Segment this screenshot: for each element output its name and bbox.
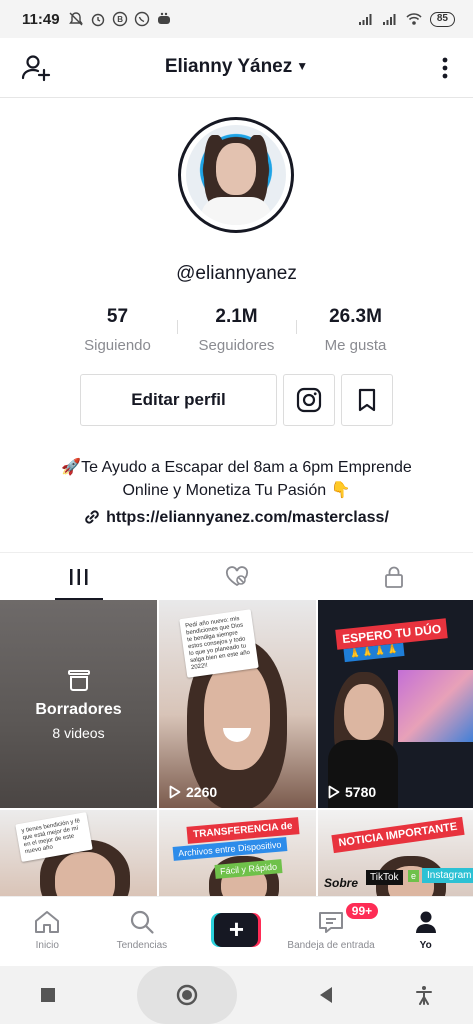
favorites-button[interactable] — [341, 374, 393, 426]
home-circle-icon — [176, 984, 198, 1006]
bookmark-icon — [358, 388, 376, 412]
video-caption-note: Pedí año nuevo: mis bendiciones que Dios… — [179, 609, 259, 678]
profile-header: Elianny Yánez ▼ — [0, 38, 473, 98]
svg-text:B: B — [117, 15, 123, 24]
nav-inbox[interactable]: 99+ Bandeja de entrada — [284, 897, 379, 966]
plus-icon: + — [214, 913, 259, 947]
home-icon — [35, 911, 60, 933]
link-icon — [85, 510, 99, 524]
edit-profile-button[interactable]: Editar perfil — [80, 374, 277, 426]
instagram-button[interactable] — [283, 374, 335, 426]
back-icon[interactable] — [318, 986, 334, 1004]
play-count: 2260 — [169, 784, 217, 800]
signal-icon — [358, 14, 372, 25]
play-count-value: 2260 — [186, 784, 218, 800]
accessibility-icon[interactable] — [415, 985, 433, 1005]
stat-likes-label: Me gusta — [324, 337, 387, 354]
nav-discover[interactable]: Tendencias — [95, 897, 190, 966]
bio-line: Online y Monetiza Tu Pasión 👇 — [122, 482, 351, 499]
home-button[interactable] — [137, 966, 238, 1024]
profile-icon — [415, 911, 436, 933]
stat-followers-label: Seguidores — [198, 337, 275, 354]
video-title-tag: NOTICIA IMPORTANTE — [331, 816, 465, 854]
stat-following-label: Siguiendo — [84, 337, 151, 354]
video-thumbnail[interactable]: ESPERO TU DÚO 🙏🙏🙏🙏 5780 — [318, 600, 473, 808]
play-icon — [169, 785, 181, 799]
username: @eliannyanez — [176, 263, 297, 284]
video-thumbnail[interactable]: Pedí año nuevo: mis bendiciones que Dios… — [159, 600, 316, 808]
bottom-navigation: Inicio Tendencias + 99+ Bandeja de entra… — [0, 896, 473, 966]
stat-following-value: 57 — [106, 306, 129, 327]
bio: 🚀Te Ayudo a Escapar del 8am a 6pm Empren… — [0, 456, 473, 502]
wifi-icon — [406, 13, 422, 25]
stat-followers-value: 2.1M — [215, 306, 258, 327]
inbox-badge: 99+ — [345, 903, 379, 919]
tab-videos[interactable] — [0, 553, 158, 600]
lock-icon — [385, 566, 404, 588]
video-title-tag: Sobre — [324, 876, 359, 890]
video-grid: Borradores 8 videos Pedí año nuevo: mis … — [0, 600, 473, 898]
bio-link-text: https://eliannyanez.com/masterclass/ — [106, 509, 389, 526]
stat-likes-value: 26.3M — [329, 306, 382, 327]
video-title-tag: TikTok — [366, 870, 403, 885]
avatar[interactable] — [178, 117, 294, 233]
hidden-heart-icon — [225, 565, 248, 586]
nav-inbox-label: Bandeja de entrada — [287, 940, 375, 951]
b-app-icon: B — [112, 11, 127, 27]
video-thumbnail[interactable]: TRANSFERENCIA de Archivos entre Disposit… — [159, 810, 316, 898]
whatsapp-icon — [134, 11, 149, 27]
grid-icon — [69, 568, 88, 585]
nav-discover-label: Tendencias — [116, 940, 168, 951]
nav-profile-label: Yo — [419, 940, 432, 951]
play-count: 5780 — [328, 784, 376, 800]
game-controller-icon — [157, 12, 170, 24]
status-system-icons: 85 — [358, 11, 455, 27]
play-count-value: 5780 — [345, 784, 377, 800]
video-thumbnail[interactable]: NOTICIA IMPORTANTE Sobre TikTok e Instag… — [318, 810, 473, 898]
status-bar: 11:49 B 85 — [0, 0, 473, 38]
bio-line: 🚀Te Ayudo a Escapar del 8am a 6pm Empren… — [61, 459, 412, 476]
stat-likes[interactable]: 26.3M Me gusta — [297, 306, 415, 354]
play-icon — [328, 785, 340, 799]
status-notification-icons: B — [68, 11, 172, 27]
tab-liked[interactable] — [158, 553, 316, 600]
nav-home-label: Inicio — [35, 940, 59, 951]
bio-link[interactable]: https://eliannyanez.com/masterclass/ — [0, 509, 473, 527]
inbox-icon — [319, 912, 344, 933]
video-title-tag: Instagram — [422, 868, 473, 883]
create-video-button[interactable]: + — [211, 913, 262, 947]
profile-actions: Editar perfil — [80, 374, 393, 426]
drafts-icon — [67, 670, 90, 691]
profile-stats: 57 Siguiendo 2.1M Seguidores 26.3M Me gu… — [0, 306, 473, 354]
mute-bell-icon — [68, 12, 83, 26]
video-title-tag: e — [408, 870, 420, 882]
stat-followers[interactable]: 2.1M Seguidores — [178, 306, 296, 354]
avatar-image — [186, 125, 286, 225]
chevron-down-icon: ▼ — [296, 59, 309, 73]
search-icon — [130, 910, 154, 934]
more-options-icon[interactable] — [433, 52, 457, 84]
signal-icon — [382, 14, 396, 25]
system-navigation-bar — [0, 966, 473, 1024]
instagram-icon — [296, 387, 322, 413]
nav-create[interactable]: + — [189, 897, 284, 966]
stat-following[interactable]: 57 Siguiendo — [59, 306, 177, 354]
nav-home[interactable]: Inicio — [0, 897, 95, 966]
page-title: Elianny Yánez — [164, 56, 293, 77]
video-thumbnail[interactable]: y tienes bendición y fé que está mejor d… — [0, 810, 157, 898]
drafts-count: 8 videos — [52, 725, 105, 741]
alarm-icon — [91, 13, 104, 27]
content-tabs — [0, 552, 473, 600]
account-switcher[interactable]: Elianny Yánez ▼ — [0, 56, 473, 78]
drafts-title: Borradores — [35, 701, 122, 718]
recents-icon[interactable] — [40, 987, 56, 1003]
tab-private[interactable] — [315, 553, 473, 600]
nav-profile[interactable]: Yo — [378, 897, 473, 966]
status-time: 11:49 — [22, 10, 60, 28]
drafts-tile[interactable]: Borradores 8 videos — [0, 600, 157, 808]
battery-indicator: 85 — [429, 11, 455, 27]
